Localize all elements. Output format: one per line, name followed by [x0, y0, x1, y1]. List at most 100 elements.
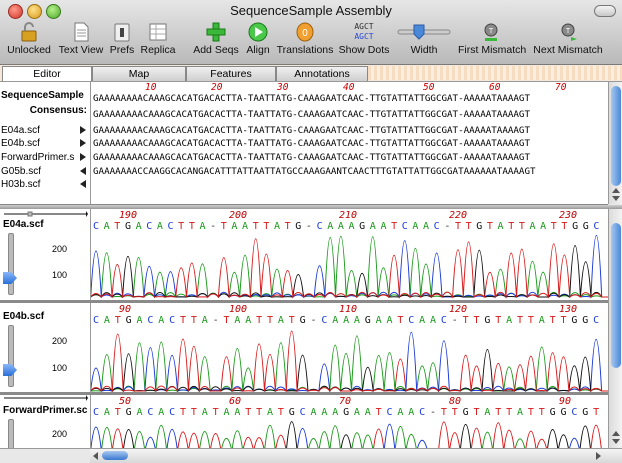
base-call[interactable]: T [221, 221, 227, 232]
base-call[interactable]: G [300, 315, 306, 326]
base-call[interactable]: T [495, 315, 501, 326]
trace-e04b[interactable]: 90 100 110 120 130 CATGACACTTA-TAATTATG-CAAA… [91, 303, 608, 395]
sequence-row-g05b[interactable]: GAAAAAAACCAAGGCACANGACATTTATTAATTATGCCAA… [93, 165, 608, 178]
base-call[interactable]: A [231, 221, 237, 232]
base-call[interactable]: C [408, 315, 414, 326]
base-call[interactable]: G [582, 407, 588, 418]
base-call[interactable]: T [189, 221, 195, 232]
base-call[interactable]: A [267, 407, 273, 418]
base-call[interactable]: A [136, 315, 142, 326]
first-mismatch-button[interactable]: T First Mismatch [458, 22, 526, 56]
base-call[interactable]: C [317, 221, 323, 232]
base-call[interactable]: A [274, 221, 280, 232]
translations-button[interactable]: 0 Translations [276, 22, 334, 56]
sequence-row-e04b[interactable]: GAAAAAAAACAAAGCACATGACACTTA-TAATTATG-CAA… [93, 137, 608, 150]
base-call[interactable]: A [136, 221, 142, 232]
base-call[interactable]: T [114, 221, 120, 232]
tab-annotations[interactable]: Annotations [276, 66, 368, 81]
base-call[interactable]: A [430, 315, 436, 326]
base-call[interactable]: T [487, 221, 493, 232]
base-call[interactable]: A [397, 407, 403, 418]
base-call[interactable]: C [168, 221, 174, 232]
base-call[interactable]: T [517, 315, 523, 326]
base-call[interactable]: T [263, 221, 269, 232]
base-call[interactable]: C [169, 407, 175, 418]
disclosure-right-icon[interactable] [80, 139, 86, 147]
base-call[interactable]: A [354, 407, 360, 418]
base-call[interactable]: - [430, 407, 436, 418]
base-call[interactable]: A [412, 221, 418, 232]
base-call[interactable]: T [223, 315, 229, 326]
base-call[interactable]: T [539, 407, 545, 418]
base-call[interactable]: A [157, 221, 163, 232]
base-call[interactable]: G [582, 315, 588, 326]
base-call[interactable]: T [593, 407, 599, 418]
base-call[interactable]: A [365, 407, 371, 418]
base-call[interactable]: A [529, 221, 535, 232]
trace-e04a[interactable]: 190 200 210 220 230 CATGACACTTA-TAATTATG-CAA… [91, 209, 608, 301]
base-call[interactable]: A [234, 315, 240, 326]
base-call[interactable]: T [506, 407, 512, 418]
base-call[interactable]: G [365, 315, 371, 326]
align-button[interactable]: Align [243, 22, 273, 56]
prefs-button[interactable]: Prefs [108, 22, 136, 56]
base-call[interactable]: G [295, 221, 301, 232]
base-call[interactable]: A [539, 315, 545, 326]
base-call[interactable]: C [321, 315, 327, 326]
base-call[interactable]: C [593, 221, 599, 232]
base-call[interactable]: T [191, 315, 197, 326]
base-call[interactable]: T [115, 407, 121, 418]
base-call[interactable]: T [391, 221, 397, 232]
sequence-alignment-pane[interactable]: SequenceSample Consensus: E04a.scf E04b.… [0, 82, 608, 205]
base-call[interactable]: C [300, 407, 306, 418]
base-call[interactable]: G [572, 221, 578, 232]
base-call[interactable]: A [202, 315, 208, 326]
base-call[interactable]: T [115, 315, 121, 326]
base-call[interactable]: C [402, 221, 408, 232]
base-call[interactable]: T [267, 315, 273, 326]
base-call[interactable]: A [104, 407, 110, 418]
base-call[interactable]: C [146, 221, 152, 232]
slider-knob-icon[interactable] [3, 364, 17, 376]
base-call[interactable]: T [256, 407, 262, 418]
sequence-vertical-scrollbar[interactable] [608, 82, 622, 204]
base-call[interactable]: A [278, 315, 284, 326]
horizontal-scrollbar[interactable] [90, 448, 622, 463]
base-call[interactable]: C [419, 407, 425, 418]
sequence-row-consensus[interactable]: GAAAAAAAACAAAGCACATGACACTTA-TAATTATG-CAA… [93, 108, 608, 121]
base-call[interactable]: C [434, 221, 440, 232]
base-call[interactable]: T [455, 221, 461, 232]
base-call[interactable]: A [380, 221, 386, 232]
slider-knob-icon[interactable] [3, 272, 17, 284]
base-call[interactable]: T [180, 315, 186, 326]
tab-editor[interactable]: Editor [2, 66, 92, 81]
trace-range-arrow-icon[interactable] [2, 395, 88, 401]
base-call[interactable]: T [528, 315, 534, 326]
base-call[interactable]: A [506, 315, 512, 326]
base-call[interactable]: T [519, 221, 525, 232]
tab-map[interactable]: Map [92, 66, 186, 81]
base-call[interactable]: - [213, 315, 219, 326]
base-call[interactable]: T [245, 407, 251, 418]
sequence-row-forwardprimer[interactable]: GAAAAAAAACAAAGCACATGACACTTA-TAATTATG-CAA… [93, 151, 608, 164]
unlocked-button[interactable]: Unlocked [6, 22, 52, 56]
sequence-row-e04a[interactable]: GAAAAAAAACAAAGCACATGACACTTA-TAATTATG-CAA… [93, 124, 608, 137]
base-call[interactable]: C [93, 315, 99, 326]
sequence-row-sequencesample[interactable]: GAAAAAAAACAAAGCACATGACACTTA-TAATTATG-CAA… [93, 92, 608, 105]
base-call[interactable]: A [338, 221, 344, 232]
base-call[interactable]: C [593, 315, 599, 326]
base-call[interactable]: G [583, 221, 589, 232]
disclosure-right-icon[interactable] [80, 153, 86, 161]
base-call[interactable]: T [528, 407, 534, 418]
base-call[interactable]: A [158, 407, 164, 418]
scroll-up-arrow-icon[interactable] [612, 188, 620, 193]
base-call[interactable]: T [441, 407, 447, 418]
base-call[interactable]: A [349, 221, 355, 232]
trace-forwardprimer[interactable]: 50 60 70 80 90 CATGACACTTATAATTATGCAAAGAATCA… [91, 395, 608, 448]
base-call[interactable]: A [387, 315, 393, 326]
base-call[interactable]: A [343, 315, 349, 326]
chromatogram-vertical-scrollbar[interactable] [608, 209, 622, 448]
scroll-thumb[interactable] [611, 223, 621, 368]
base-call[interactable]: - [310, 315, 316, 326]
base-call[interactable]: T [253, 221, 259, 232]
